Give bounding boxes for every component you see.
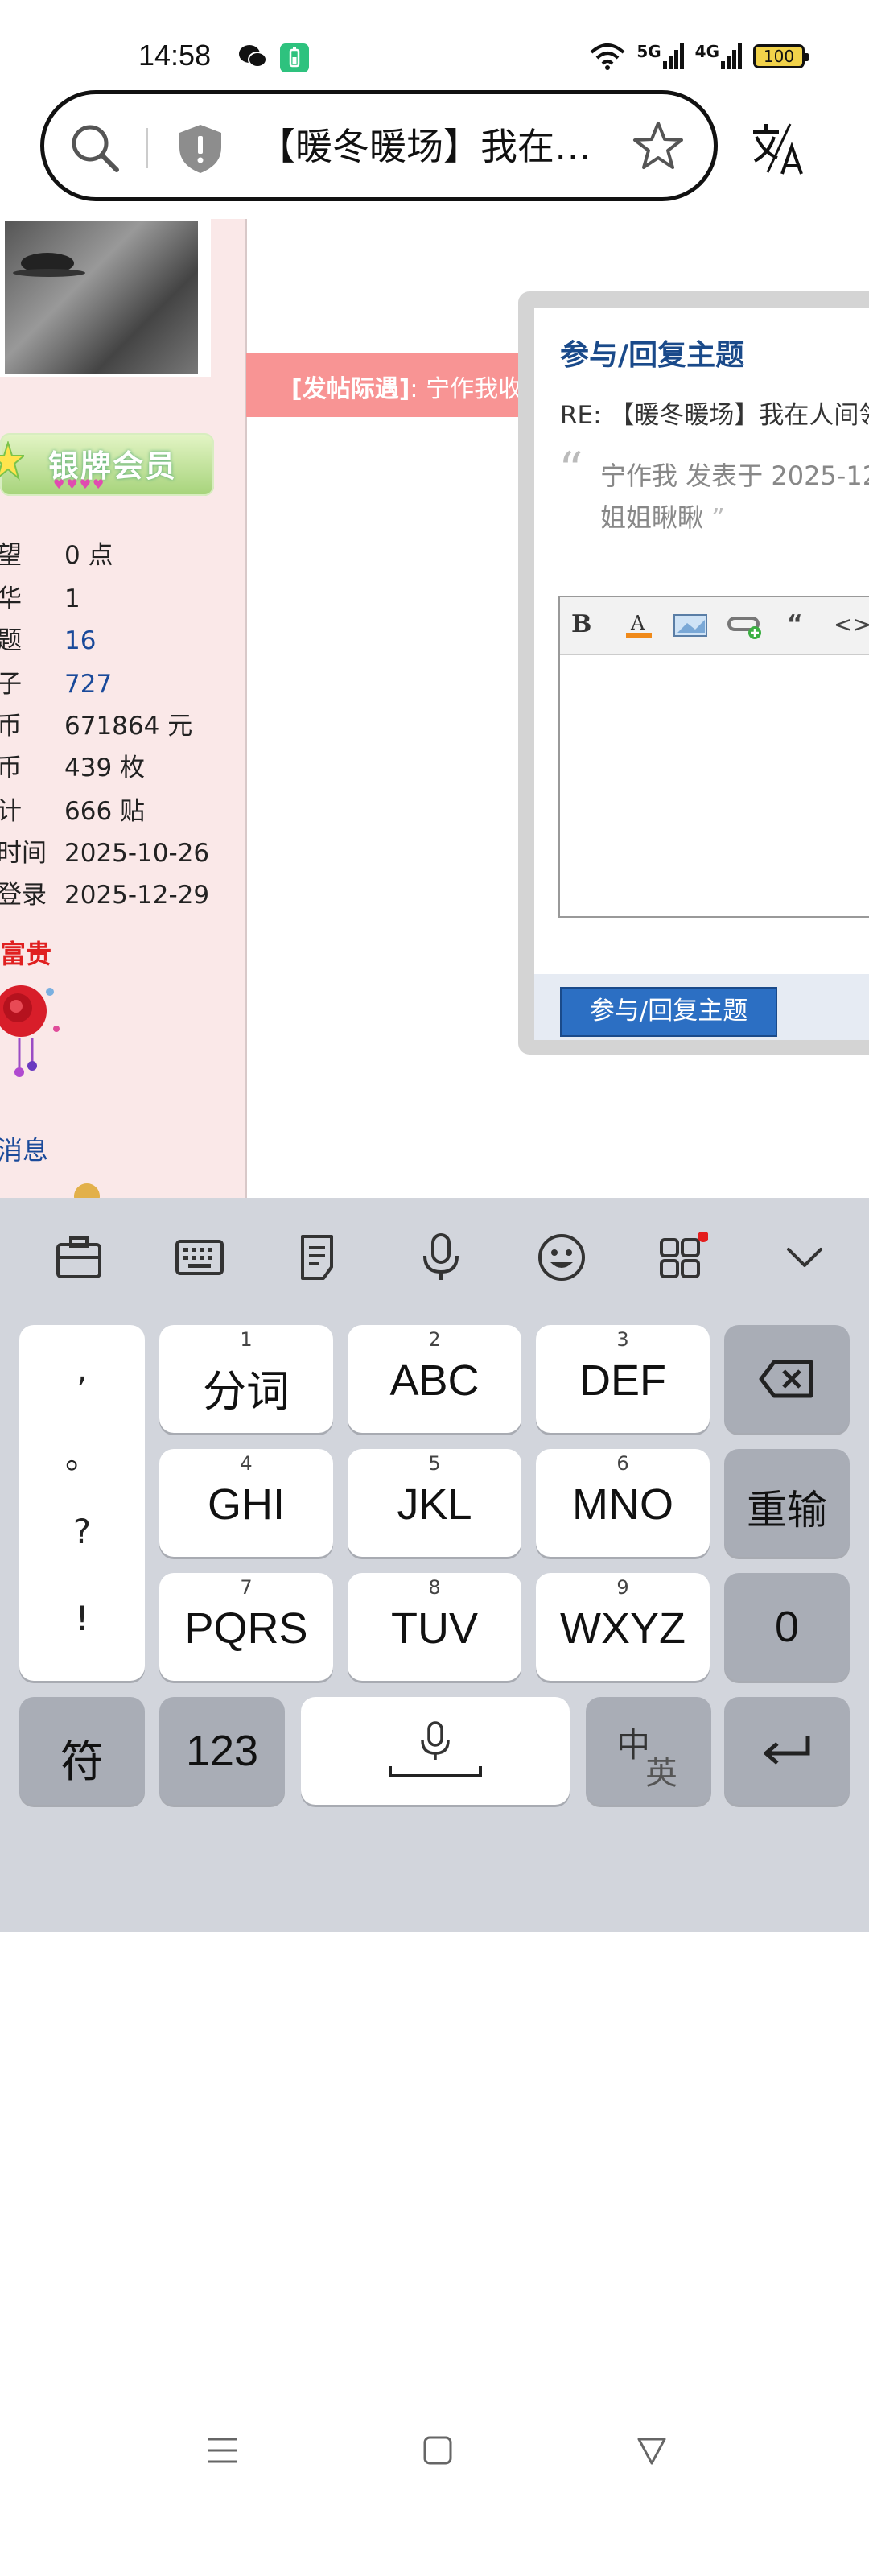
signal-4g: 4G: [695, 43, 742, 69]
dialog-title: 参与/回复主题: [560, 339, 745, 372]
quote-text: 宁作我 发表于 2025-12: [600, 460, 869, 491]
address-bar[interactable]: 【暖冬暖场】我在…: [40, 90, 718, 201]
numeric-key[interactable]: 123: [159, 1697, 285, 1805]
svg-text:A: A: [630, 612, 645, 634]
bell-icon: [74, 1183, 100, 1198]
bold-icon[interactable]: B: [571, 609, 591, 641]
battery-indicator: 100: [753, 44, 809, 68]
editor-toolbar: B A “ <>: [560, 597, 869, 655]
quote-open-icon: “: [558, 442, 583, 498]
system-nav-bar: [0, 2434, 869, 2576]
translate-icon[interactable]: [750, 121, 806, 177]
enter-key[interactable]: [724, 1697, 850, 1805]
reply-textarea[interactable]: [560, 655, 869, 916]
language-switch-key[interactable]: 中 英: [586, 1697, 711, 1805]
key-8[interactable]: 8 TUV: [348, 1573, 521, 1681]
ime-keyboard: , 。 ? ! 1 分词 2 ABC 3 DEF 4 GHI 5 JKL 6 MNO 重输 …: [0, 1198, 869, 2465]
apps-grid-icon[interactable]: [657, 1232, 708, 1283]
shield-icon[interactable]: [178, 123, 223, 175]
enter-icon: [764, 1736, 810, 1765]
key-2[interactable]: 2 ABC: [348, 1325, 521, 1433]
backspace-icon: [759, 1360, 813, 1398]
key-7[interactable]: 7 PQRS: [159, 1573, 333, 1681]
space-key[interactable]: [301, 1697, 570, 1805]
microphone-icon[interactable]: [415, 1232, 467, 1283]
signal-bars-icon: [721, 43, 742, 69]
dialog-footer: 参与/回复主题: [534, 974, 869, 1040]
status-bar: 14:58 5G 4G 100: [0, 0, 869, 89]
key-0[interactable]: 0: [724, 1573, 850, 1681]
reply-editor: B A “ <>: [558, 596, 869, 918]
link-icon[interactable]: [727, 609, 763, 641]
space-mic-icon: [389, 1721, 482, 1777]
key-5[interactable]: 5 JKL: [348, 1449, 521, 1557]
search-icon[interactable]: [68, 122, 121, 175]
user-profile-column: 银牌会员 ♥♥♥♥ 望0 点 华1 题 16 子 727 币 671864 元 币 43…: [0, 219, 247, 1198]
quote-close-icon: ”: [703, 502, 725, 533]
key-9[interactable]: 9 WXYZ: [536, 1573, 710, 1681]
signal-5g: 5G: [636, 43, 684, 69]
key-3[interactable]: 3 DEF: [536, 1325, 710, 1433]
key-6[interactable]: 6 MNO: [536, 1449, 710, 1557]
image-icon[interactable]: [673, 609, 708, 641]
address-divider: [146, 128, 148, 168]
emoji-icon[interactable]: [536, 1232, 587, 1283]
back-icon[interactable]: [636, 2434, 668, 2467]
star-icon: [0, 441, 24, 481]
key-4[interactable]: 4 GHI: [159, 1449, 333, 1557]
battery-saver-icon: [280, 43, 309, 72]
home-icon[interactable]: [422, 2434, 454, 2467]
wifi-icon: [590, 43, 625, 70]
key-1[interactable]: 1 分词: [159, 1325, 333, 1433]
web-page: 银牌会员 ♥♥♥♥ 望0 点 华1 题 16 子 727 币 671864 元 币 43…: [0, 219, 869, 1198]
bookmark-star-icon[interactable]: [632, 120, 685, 173]
clipboard-icon[interactable]: [53, 1232, 105, 1283]
reply-subject: RE: 【暖冬暖场】我在人间领: [560, 401, 869, 430]
status-indicators: 5G 4G 100: [590, 40, 809, 72]
backspace-key[interactable]: [724, 1325, 850, 1433]
notice-bar: [发帖际遇]: 宁作我收到: [246, 353, 552, 417]
code-icon[interactable]: <>: [834, 609, 869, 641]
keyboard-layout-icon[interactable]: [174, 1232, 225, 1283]
silver-member-badge: 银牌会员 ♥♥♥♥: [0, 433, 214, 496]
page-title[interactable]: 【暖冬暖场】我在…: [258, 122, 645, 171]
avatar[interactable]: [0, 219, 211, 377]
message-link[interactable]: 消息: [0, 1130, 48, 1167]
submit-reply-button[interactable]: 参与/回复主题: [560, 987, 777, 1037]
quote-icon[interactable]: “: [787, 609, 803, 641]
hearts-icon: ♥♥♥♥: [53, 477, 106, 492]
font-color-icon[interactable]: A: [623, 609, 655, 641]
punctuation-key[interactable]: , 。 ? !: [19, 1325, 145, 1681]
menu-icon[interactable]: [206, 2434, 238, 2467]
quote-text: 姐姐瞅瞅 ”: [600, 502, 725, 533]
collapse-keyboard-icon[interactable]: [779, 1232, 830, 1283]
reply-dialog: 参与/回复主题 RE: 【暖冬暖场】我在人间领 “ 宁作我 发表于 2025-1…: [518, 291, 869, 1055]
note-icon[interactable]: [293, 1232, 344, 1283]
status-time: 14:58: [138, 39, 212, 72]
rose-icon: [0, 985, 60, 1077]
notice-tag: [发帖际遇]: [291, 375, 410, 403]
wechat-icon: [239, 45, 267, 68]
signal-bars-icon: [662, 43, 684, 69]
reset-key[interactable]: 重输: [724, 1449, 850, 1557]
symbol-key[interactable]: 符: [19, 1697, 145, 1805]
